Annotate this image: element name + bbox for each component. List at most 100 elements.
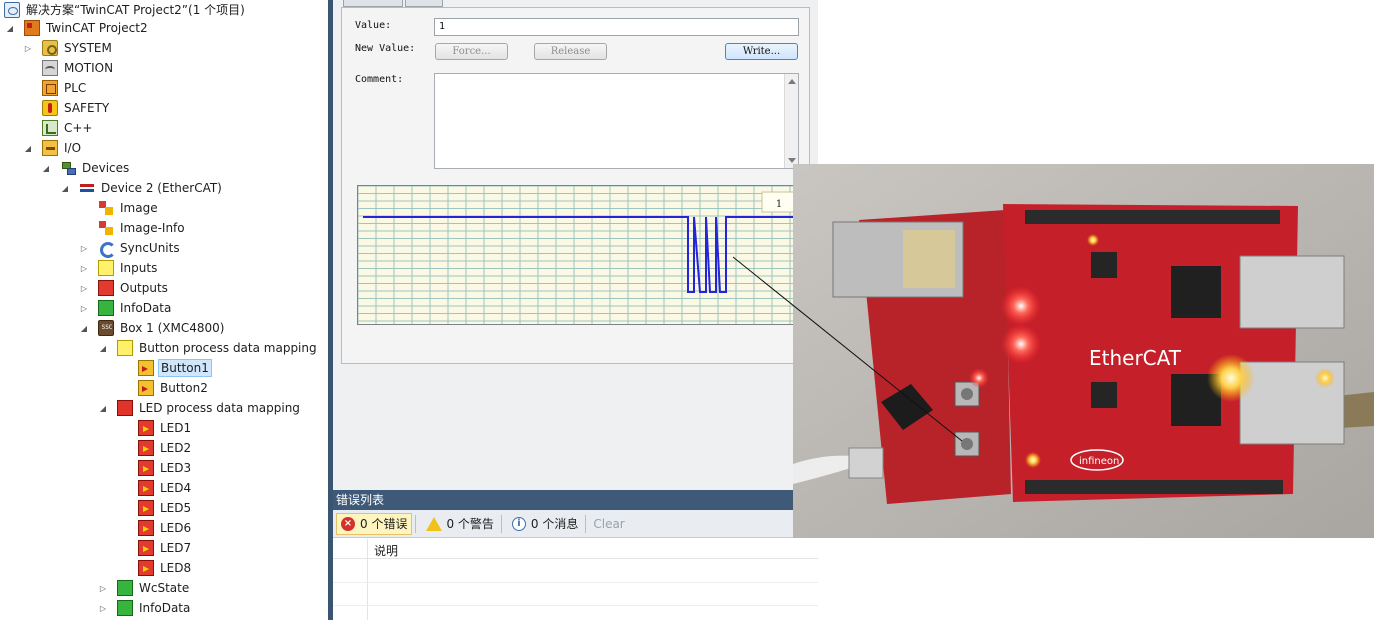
tree-item-label: Box 1 (XMC4800) xyxy=(120,321,225,335)
force-button[interactable]: Force... xyxy=(435,43,508,60)
scroll-down-icon[interactable] xyxy=(788,158,796,163)
column-header-description[interactable]: 说明 xyxy=(374,542,398,559)
tree-item-led-mapping[interactable]: ◢ LED process data mapping xyxy=(0,398,328,418)
tree-item-button-mapping[interactable]: ◢ Button process data mapping xyxy=(0,338,328,358)
tree-item-plc[interactable]: PLC xyxy=(0,78,328,98)
expanded-arrow-icon[interactable]: ◢ xyxy=(59,182,71,194)
tree-item-led7[interactable]: LED7 xyxy=(0,538,328,558)
tree-item-label: Button process data mapping xyxy=(139,341,317,355)
solution-explorer: 解决方案“TwinCAT Project2”(1 个项目) ◢ TwinCAT … xyxy=(0,0,328,620)
infodata-icon xyxy=(98,300,114,316)
tree-item-led8[interactable]: LED8 xyxy=(0,558,328,578)
system-icon xyxy=(42,40,58,56)
wcstate-icon xyxy=(117,580,133,596)
tab-online[interactable] xyxy=(405,0,443,7)
svg-text:EtherCAT: EtherCAT xyxy=(1089,346,1182,370)
tree-item-label: Button2 xyxy=(160,381,208,395)
collapsed-arrow-icon[interactable]: ▷ xyxy=(78,282,90,294)
tree-item-io[interactable]: ◢ I/O xyxy=(0,138,328,158)
expanded-arrow-icon[interactable]: ◢ xyxy=(78,322,90,334)
cpp-icon xyxy=(42,120,58,136)
tree-item-label: Inputs xyxy=(120,261,158,275)
twincat-window: 解决方案“TwinCAT Project2”(1 个项目) ◢ TwinCAT … xyxy=(0,0,1392,620)
value-label: Value: xyxy=(355,20,392,31)
collapsed-arrow-icon[interactable]: ▷ xyxy=(97,602,109,614)
tree-item-led1[interactable]: LED1 xyxy=(0,418,328,438)
collapsed-arrow-icon[interactable]: ▷ xyxy=(78,262,90,274)
tree-item-device2-ethercat[interactable]: ◢ Device 2 (EtherCAT) xyxy=(0,178,328,198)
collapsed-arrow-icon[interactable]: ▷ xyxy=(78,302,90,314)
comment-label: Comment: xyxy=(355,74,404,85)
tree-item-label: C++ xyxy=(64,121,93,135)
tree-item-label: MOTION xyxy=(64,61,114,75)
value-text: 1 xyxy=(439,21,446,32)
tree-item-wcstate[interactable]: ▷ WcState xyxy=(0,578,328,598)
trend-plot: 1 xyxy=(358,186,796,324)
online-panel: Value: 1 New Value: Force... Release Wri… xyxy=(333,0,818,490)
tree-item-image-info[interactable]: Image-Info xyxy=(0,218,328,238)
tree-item-project[interactable]: ◢ TwinCAT Project2 xyxy=(0,18,328,38)
expanded-arrow-icon[interactable]: ◢ xyxy=(40,162,52,174)
tree-item-solution[interactable]: 解决方案“TwinCAT Project2”(1 个项目) xyxy=(0,0,328,20)
tree-item-system[interactable]: ▷ SYSTEM xyxy=(0,38,328,58)
tree-item-label: LED7 xyxy=(160,541,192,555)
tree-item-safety[interactable]: SAFETY xyxy=(0,98,328,118)
write-button[interactable]: Write... xyxy=(725,43,798,60)
errors-filter-button[interactable]: × 0 个错误 xyxy=(336,512,413,535)
tree-item-image[interactable]: Image xyxy=(0,198,328,218)
expanded-arrow-icon[interactable]: ◢ xyxy=(4,22,16,34)
image-info-icon xyxy=(98,220,114,236)
release-button[interactable]: Release xyxy=(534,43,607,60)
tree-item-led4[interactable]: LED4 xyxy=(0,478,328,498)
plc-icon xyxy=(42,80,58,96)
tree-item-button1[interactable]: Button1 xyxy=(0,358,328,378)
scroll-up-icon[interactable] xyxy=(788,79,796,84)
tree-item-cpp[interactable]: C++ xyxy=(0,118,328,138)
tree-item-label: Devices xyxy=(82,161,130,175)
tree-item-label: LED1 xyxy=(160,421,192,435)
expanded-arrow-icon[interactable]: ◢ xyxy=(22,142,34,154)
output-variable-icon xyxy=(138,540,154,556)
comment-scrollbar[interactable] xyxy=(784,74,798,168)
devices-icon xyxy=(60,160,76,176)
clear-button[interactable]: Clear xyxy=(593,517,624,531)
box-icon xyxy=(98,320,115,336)
tree-item-button2[interactable]: Button2 xyxy=(0,378,328,398)
toolbar-separator xyxy=(415,514,417,533)
tree-item-led3[interactable]: LED3 xyxy=(0,458,328,478)
collapsed-arrow-icon[interactable]: ▷ xyxy=(78,242,90,254)
expanded-arrow-icon[interactable]: ◢ xyxy=(97,342,109,354)
warnings-filter-button[interactable]: 0 个警告 xyxy=(422,513,497,535)
output-variable-icon xyxy=(138,460,154,476)
tree-item-label: Button1 xyxy=(158,359,212,377)
outputs-icon xyxy=(98,280,114,296)
tree-item-label: LED8 xyxy=(160,561,192,575)
tree-item-devices[interactable]: ◢ Devices xyxy=(0,158,328,178)
tree-item-inputs[interactable]: ▷ Inputs xyxy=(0,258,328,278)
tree-item-led2[interactable]: LED2 xyxy=(0,438,328,458)
tree-item-box-infodata[interactable]: ▷ InfoData xyxy=(0,598,328,618)
tree-item-led5[interactable]: LED5 xyxy=(0,498,328,518)
tree-item-box1[interactable]: ◢ Box 1 (XMC4800) xyxy=(0,318,328,338)
tree-item-led6[interactable]: LED6 xyxy=(0,518,328,538)
safety-icon xyxy=(42,100,58,116)
tab-variable[interactable] xyxy=(343,0,403,7)
input-variable-icon xyxy=(138,380,154,396)
tree-item-infodata[interactable]: ▷ InfoData xyxy=(0,298,328,318)
collapsed-arrow-icon[interactable]: ▷ xyxy=(22,42,34,54)
tree-item-label: LED2 xyxy=(160,441,192,455)
xmc4800-board-picture: EtherCAT infineon xyxy=(793,164,1374,538)
messages-filter-button[interactable]: i 0 个消息 xyxy=(508,513,582,535)
tree-item-syncunits[interactable]: ▷ SyncUnits xyxy=(0,238,328,258)
expanded-arrow-icon[interactable]: ◢ xyxy=(97,402,109,414)
output-variable-icon xyxy=(138,520,154,536)
tree-item-label: SyncUnits xyxy=(120,241,180,255)
tree-item-outputs[interactable]: ▷ Outputs xyxy=(0,278,328,298)
new-value-label: New Value: xyxy=(355,43,416,54)
comment-textarea[interactable] xyxy=(434,73,799,169)
tree-item-label: 解决方案“TwinCAT Project2”(1 个项目) xyxy=(26,3,245,17)
collapsed-arrow-icon[interactable]: ▷ xyxy=(97,582,109,594)
tree-item-label: LED process data mapping xyxy=(139,401,300,415)
tree-item-motion[interactable]: MOTION xyxy=(0,58,328,78)
tree-item-label: InfoData xyxy=(139,601,191,615)
